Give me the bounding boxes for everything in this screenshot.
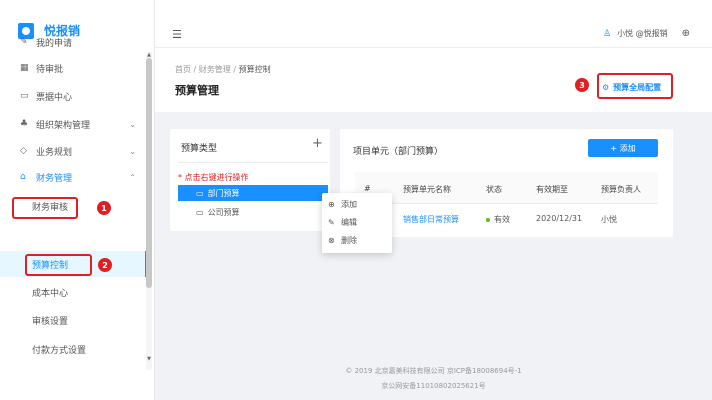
tree-item-department-budget[interactable]: ▭ 部门预算 [178, 185, 328, 201]
column-header-owner: 预算负责人 [601, 185, 641, 194]
breadcrumb-separator: / [233, 65, 237, 74]
add-project-unit-button[interactable]: + 添加 [588, 139, 658, 157]
budget-type-title: 预算类型 [181, 144, 218, 154]
sidebar-item-label: 审核设置 [32, 316, 69, 327]
add-budget-type-button[interactable]: + [312, 136, 323, 151]
sidebar-item-pending-approval[interactable]: ▦ 待审批 [0, 55, 150, 81]
breadcrumb: 首页 / 财务管理 / 预算控制 [175, 64, 271, 75]
column-header-index: # [364, 184, 371, 193]
context-menu: ⊕ 添加 ✎ 编辑 ⊗ 删除 [322, 193, 392, 253]
tree-item-company-budget[interactable]: ▭ 公司预算 [178, 204, 328, 220]
scroll-down-icon[interactable]: ▼ [146, 356, 152, 362]
user-menu[interactable]: ♙ 小悦 @悦报销 ⊕ [603, 28, 690, 39]
status-badge: 有效 [486, 214, 510, 225]
sidebar-item-label: 业务规划 [36, 147, 73, 158]
project-unit-title: 项目单元（部门预算） [353, 147, 444, 157]
sidebar-item-cost-center[interactable]: 成本中心 [0, 279, 150, 305]
footer-copyright: © 2019 北京嘉美科技有限公司 京ICP备18008694号-1 [345, 367, 522, 375]
row-unit-name-link[interactable]: 销售部日常预算 [403, 214, 459, 225]
edit-icon: ✎ [328, 218, 335, 227]
menu-toggle-icon[interactable]: ☰ [172, 28, 182, 41]
receipt-icon: ▭ [20, 91, 29, 101]
org-icon: ♣ [20, 119, 29, 129]
sidebar-item-business-planning[interactable]: ◇ 业务规划 ⌄ [0, 138, 150, 164]
sidebar-item-payment-settings[interactable]: 付款方式设置 [0, 336, 150, 362]
finance-icon: ⌂ [20, 172, 26, 182]
sidebar-item-label: 票据中心 [36, 92, 73, 103]
folder-icon: ▭ [196, 207, 204, 217]
status-dot-icon [486, 217, 490, 222]
context-menu-edit-label: 编辑 [341, 218, 357, 227]
column-header-expiry: 有效期至 [536, 185, 568, 194]
footer-license: 京公网安备11010802025621号 [381, 382, 486, 390]
column-header-status: 状态 [486, 185, 502, 194]
sidebar-item-org-management[interactable]: ♣ 组织架构管理 ⌄ [0, 111, 150, 137]
annotation-box-budget-control [25, 254, 92, 276]
user-name: 小悦 @悦报销 [617, 29, 668, 38]
edit-icon: ✎ [20, 37, 28, 47]
sidebar-item-label: 待审批 [36, 64, 64, 75]
sidebar-item-my-applications[interactable]: ✎ 我的申请 [0, 29, 150, 55]
breadcrumb-finance[interactable]: 财务管理 [199, 65, 231, 74]
chevron-down-icon: ⌄ [129, 119, 136, 129]
context-menu-add[interactable]: ⊕ 添加 [328, 199, 357, 210]
row-owner: 小悦 [601, 215, 617, 224]
sidebar-item-label: 我的申请 [36, 38, 73, 49]
user-icon: ♙ [602, 28, 612, 39]
column-header-unit-name: 预算单元名称 [403, 185, 451, 194]
plan-icon: ◇ [20, 146, 27, 156]
tree-item-label: 公司预算 [207, 207, 240, 217]
sidebar-item-receipt-center[interactable]: ▭ 票据中心 [0, 83, 150, 109]
context-menu-delete-label: 删除 [341, 236, 357, 245]
tree-item-label: 部门预算 [207, 188, 240, 198]
panel-divider [178, 162, 328, 163]
top-bar: ☰ ♙ 小悦 @悦报销 ⊕ [155, 0, 712, 48]
annotation-box-global-config [597, 73, 673, 99]
sidebar-item-label: 组织架构管理 [36, 120, 91, 131]
annotation-badge-2: 2 [98, 258, 112, 272]
globe-icon[interactable]: ⊕ [682, 28, 690, 39]
folder-icon: ▭ [196, 188, 204, 198]
breadcrumb-current: 预算控制 [238, 65, 271, 74]
scroll-up-icon[interactable]: ▲ [146, 52, 152, 58]
delete-circle-icon: ⊗ [328, 236, 335, 245]
annotation-badge-1: 1 [97, 201, 111, 215]
status-text: 有效 [494, 215, 510, 224]
sidebar-item-label: 成本中心 [32, 288, 69, 299]
annotation-box-finance-management [12, 197, 78, 219]
sidebar-item-review-settings[interactable]: 审核设置 [0, 307, 150, 333]
breadcrumb-separator: / [193, 65, 197, 74]
grid-icon: ▦ [20, 63, 29, 73]
chevron-up-icon: ⌃ [129, 172, 136, 182]
right-click-hint: * 点击右键进行操作 [178, 173, 249, 182]
sidebar-item-label: 付款方式设置 [32, 345, 87, 356]
context-menu-edit[interactable]: ✎ 编辑 [328, 217, 357, 228]
sidebar-item-label: 财务管理 [36, 173, 73, 184]
chevron-down-icon: ⌄ [129, 146, 136, 156]
page-title: 预算管理 [175, 84, 219, 97]
sidebar-scrollbar-thumb[interactable] [146, 58, 152, 288]
annotation-badge-3: 3 [575, 78, 589, 92]
row-expiry: 2020/12/31 [536, 214, 583, 223]
add-circle-icon: ⊕ [328, 200, 335, 209]
context-menu-delete[interactable]: ⊗ 删除 [328, 235, 357, 246]
breadcrumb-home[interactable]: 首页 [175, 65, 191, 74]
context-menu-add-label: 添加 [341, 200, 357, 209]
sidebar-item-finance-management[interactable]: ⌂ 财务管理 ⌃ [0, 164, 150, 190]
